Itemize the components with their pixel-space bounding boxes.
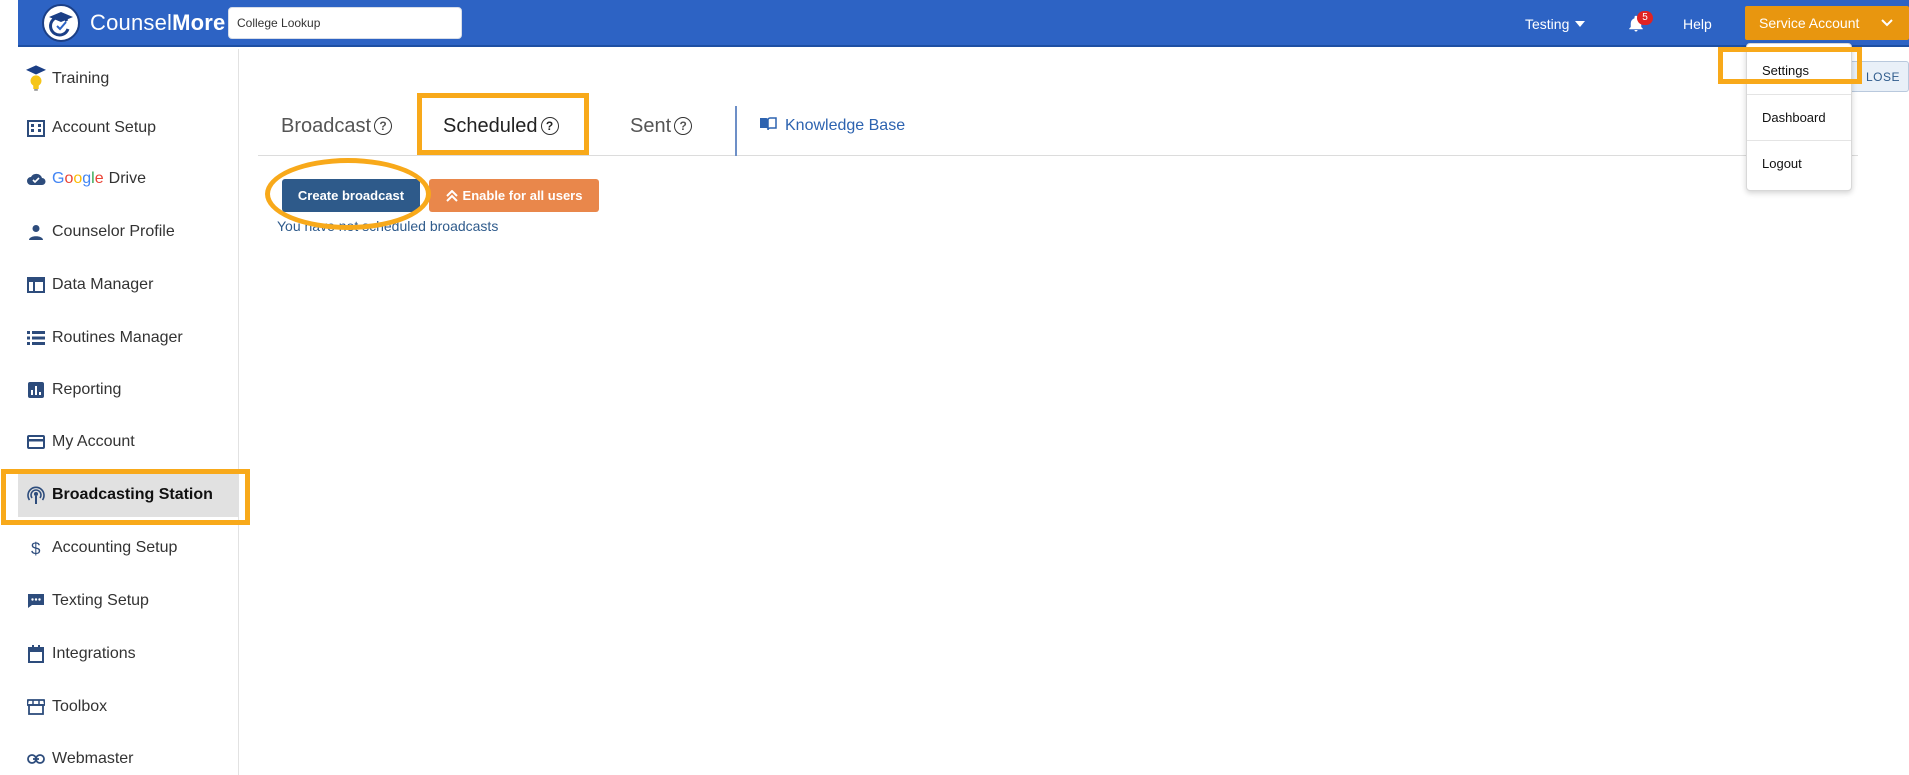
sidebar-item-label: Counselor Profile bbox=[52, 223, 175, 240]
sidebar-item-reporting[interactable]: Reporting bbox=[18, 368, 239, 412]
sidebar-item-data-manager[interactable]: Data Manager bbox=[18, 263, 239, 307]
tab-broadcast[interactable]: Broadcast ? bbox=[281, 96, 393, 156]
sidebar-item-toolbox[interactable]: Toolbox bbox=[18, 685, 239, 729]
service-account-label: Service Account bbox=[1759, 15, 1860, 31]
google-letter: e bbox=[94, 170, 104, 187]
sidebar-item-accounting-setup[interactable]: $ Accounting Setup bbox=[18, 526, 239, 570]
knowledge-base-label: Knowledge Base bbox=[785, 117, 906, 134]
service-account-button[interactable]: Service Account bbox=[1745, 6, 1909, 40]
tab-divider bbox=[735, 106, 737, 156]
empty-state-message: You have not scheduled broadcasts bbox=[277, 218, 499, 234]
table-icon bbox=[26, 275, 46, 295]
help-link[interactable]: Help bbox=[1683, 0, 1712, 47]
tab-label: Broadcast bbox=[281, 114, 372, 137]
sidebar-item-label: My Account bbox=[52, 433, 135, 450]
tab-scheduled[interactable]: Scheduled ? bbox=[443, 96, 559, 156]
chat-icon bbox=[26, 591, 46, 611]
cloud-check-icon bbox=[26, 169, 46, 189]
list-icon bbox=[26, 328, 46, 348]
college-lookup-input[interactable] bbox=[228, 7, 462, 39]
google-letter: G bbox=[52, 170, 65, 187]
menu-item-dashboard[interactable]: Dashboard bbox=[1747, 94, 1851, 140]
sidebar-item-label: Texting Setup bbox=[52, 592, 149, 609]
enable-button-label: Enable for all users bbox=[462, 188, 583, 203]
google-wordmark: Google bbox=[52, 170, 104, 188]
brand-name-bold: More bbox=[172, 10, 226, 35]
help-circle-icon[interactable]: ? bbox=[674, 117, 693, 135]
brand-name: CounselMore bbox=[90, 10, 226, 36]
person-icon bbox=[26, 222, 46, 242]
help-circle-icon[interactable]: ? bbox=[374, 117, 393, 135]
menu-item-settings[interactable]: Settings bbox=[1747, 47, 1851, 93]
sidebar-item-my-account[interactable]: My Account bbox=[18, 420, 239, 464]
link-icon bbox=[26, 749, 46, 769]
sidebar-item-label: Account Setup bbox=[52, 119, 157, 136]
brand-name-light: Counsel bbox=[90, 10, 173, 35]
sidebar-item-label: Data Manager bbox=[52, 276, 154, 293]
building-icon bbox=[26, 118, 46, 138]
book-icon bbox=[759, 116, 777, 136]
close-button[interactable]: LOSE bbox=[1843, 61, 1909, 92]
sidebar-item-label: Routines Manager bbox=[52, 329, 183, 346]
enable-for-all-users-button[interactable]: Enable for all users bbox=[429, 179, 599, 212]
sidebar-item-label: Broadcasting Station bbox=[52, 486, 213, 503]
account-dropdown-menu: Settings Dashboard Logout bbox=[1746, 43, 1852, 191]
sidebar-item-label: Reporting bbox=[52, 381, 122, 398]
sidebar: Training Account Setup Google Drive Coun… bbox=[18, 49, 239, 775]
sidebar-item-texting-setup[interactable]: Texting Setup bbox=[18, 579, 239, 623]
sidebar-item-routines-manager[interactable]: Routines Manager bbox=[18, 316, 239, 360]
calendar-icon bbox=[26, 644, 46, 664]
sidebar-item-webmaster[interactable]: Webmaster bbox=[18, 737, 239, 775]
broadcast-tabs: Broadcast ? Scheduled ? Sent ? Knowledge… bbox=[258, 96, 1858, 156]
sidebar-item-label: Webmaster bbox=[52, 750, 134, 767]
bar-chart-icon bbox=[26, 380, 46, 400]
sidebar-item-broadcasting-station[interactable]: Broadcasting Station bbox=[18, 473, 239, 517]
graduation-cap-logo-icon bbox=[42, 4, 80, 42]
dollar-icon: $ bbox=[26, 538, 46, 558]
testing-menu[interactable]: Testing bbox=[1525, 0, 1586, 47]
create-broadcast-button[interactable]: Create broadcast bbox=[282, 179, 420, 212]
sidebar-item-label: Drive bbox=[108, 170, 146, 187]
sidebar-item-google-drive[interactable]: Google Drive bbox=[18, 157, 239, 201]
tab-label: Scheduled bbox=[443, 114, 538, 137]
google-letter: g bbox=[82, 170, 92, 187]
tab-label: Sent bbox=[630, 114, 672, 137]
sidebar-item-label: Training bbox=[52, 70, 110, 87]
sidebar-item-account-setup[interactable]: Account Setup bbox=[18, 106, 239, 150]
google-letter: o bbox=[73, 170, 83, 187]
chevron-down-icon bbox=[1881, 19, 1893, 27]
knowledge-base-link[interactable]: Knowledge Base bbox=[759, 96, 905, 156]
sidebar-item-integrations[interactable]: Integrations bbox=[18, 632, 239, 676]
help-circle-icon[interactable]: ? bbox=[540, 117, 559, 135]
notification-count-badge: 5 bbox=[1637, 11, 1653, 25]
credit-card-icon bbox=[26, 432, 46, 452]
top-navbar: CounselMore Testing 5 Help Service Accou… bbox=[18, 0, 1909, 47]
sidebar-item-label: Integrations bbox=[52, 645, 136, 662]
brand-logo[interactable]: CounselMore bbox=[42, 4, 226, 42]
sidebar-item-training[interactable]: Training bbox=[18, 57, 239, 101]
storefront-icon bbox=[26, 697, 46, 717]
sidebar-item-counselor-profile[interactable]: Counselor Profile bbox=[18, 210, 239, 254]
broadcast-tower-icon bbox=[26, 485, 46, 505]
tab-sent[interactable]: Sent ? bbox=[630, 96, 693, 156]
menu-item-logout[interactable]: Logout bbox=[1747, 140, 1851, 186]
testing-label: Testing bbox=[1525, 15, 1570, 32]
sidebar-item-label: Toolbox bbox=[52, 698, 108, 715]
lightbulb-graduation-icon bbox=[26, 65, 46, 91]
caret-down-icon bbox=[1575, 20, 1586, 27]
sidebar-item-label: Accounting Setup bbox=[52, 539, 178, 556]
double-chevron-up-icon bbox=[445, 189, 458, 202]
svg-text:$: $ bbox=[31, 539, 41, 557]
